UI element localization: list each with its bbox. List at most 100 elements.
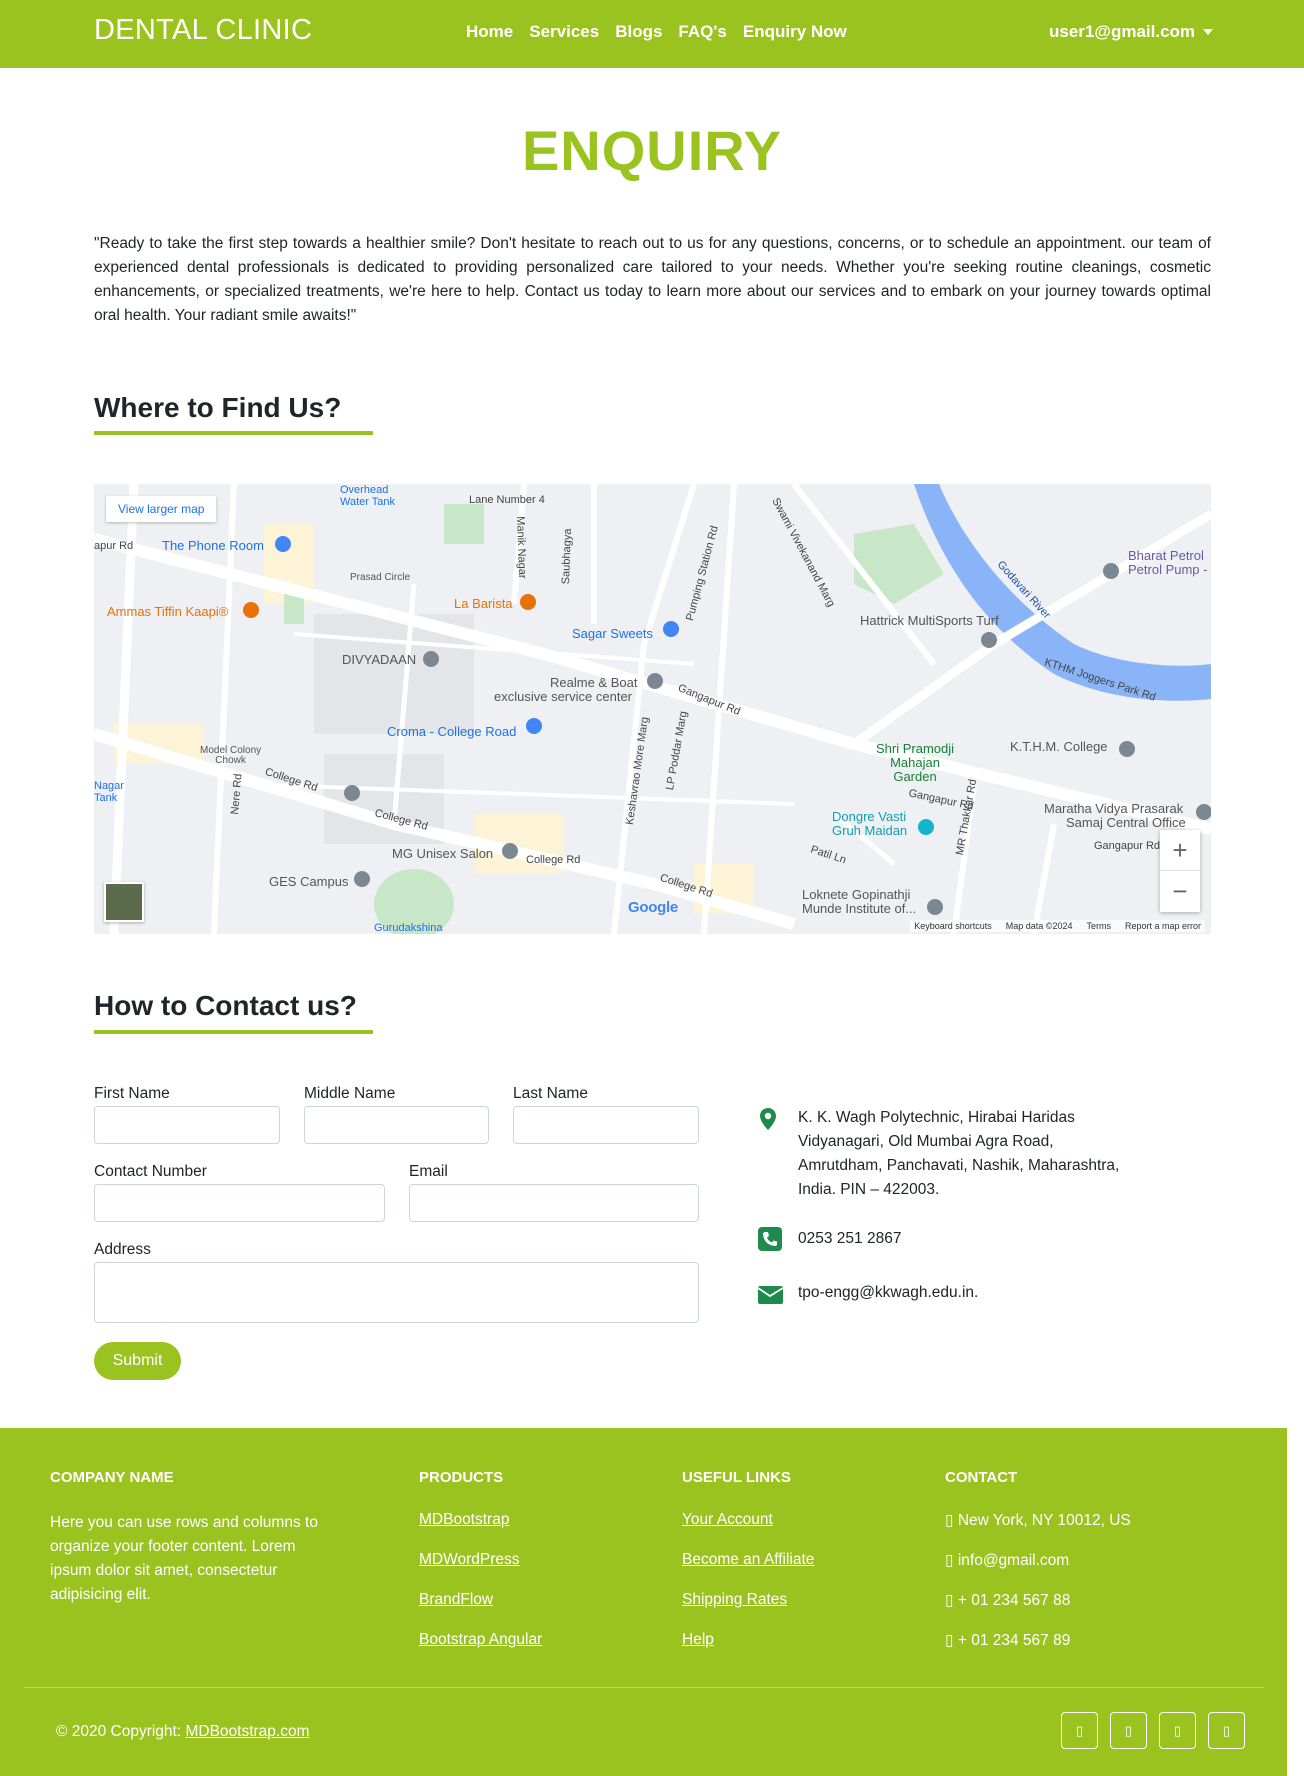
zoom-out-button[interactable]: − xyxy=(1160,871,1200,912)
page-title: ENQUIRY xyxy=(521,119,783,182)
last-name-label: Last Name xyxy=(513,1085,588,1102)
map-label-gangapur-3: Gangapur Rd xyxy=(1094,840,1161,852)
footer-link-help[interactable]: Help xyxy=(682,1631,714,1649)
footer-contact-phone-1: ▯ + 01 234 567 88 xyxy=(945,1592,1071,1609)
footer-company-title: COMPANY NAME xyxy=(50,1469,174,1486)
map-section-underline xyxy=(94,431,373,435)
footer-link-shipping[interactable]: Shipping Rates xyxy=(682,1591,787,1609)
map-label-realme-sub: exclusive service center xyxy=(494,689,632,704)
social-facebook-icon[interactable]: ▯ xyxy=(1061,1712,1098,1749)
map-label-gurudakshina: Gurudakshina xyxy=(374,922,443,934)
user-email: user1@gmail.com xyxy=(1049,22,1196,41)
zoom-controls: + − xyxy=(1160,830,1200,912)
map-label-croma: Croma - College Road xyxy=(387,724,517,739)
first-name-label: First Name xyxy=(94,1085,170,1102)
brand-logo[interactable]: DENTAL CLINIC xyxy=(94,14,312,47)
email-label: Email xyxy=(409,1163,448,1180)
contact-number-input[interactable] xyxy=(94,1184,385,1222)
map-data: Map data ©2024 xyxy=(1005,921,1073,931)
address-label: Address xyxy=(94,1241,151,1258)
footer-contact-title: CONTACT xyxy=(945,1469,1018,1486)
email-input[interactable] xyxy=(409,1184,699,1222)
first-name-input[interactable] xyxy=(94,1106,280,1144)
navbar: DENTAL CLINIC Home Services Blogs FAQ's … xyxy=(0,0,1304,68)
map-report-error[interactable]: Report a map error xyxy=(1125,921,1201,931)
map-keyboard-shortcuts[interactable]: Keyboard shortcuts xyxy=(914,921,992,931)
nav-blogs[interactable]: Blogs xyxy=(615,22,662,42)
map-label-college-rd-3: College Rd xyxy=(526,854,581,866)
footer: COMPANY NAME Here you can use rows and c… xyxy=(0,1428,1287,1776)
nav-links: Home Services Blogs FAQ's Enquiry Now xyxy=(466,22,847,42)
map-label-apur-rd: apur Rd xyxy=(94,540,134,552)
footer-link-mdwordpress[interactable]: MDWordPress xyxy=(419,1551,519,1569)
map-label-bharat-sub: Petrol Pump - xyxy=(1128,562,1208,577)
footer-link-your-account[interactable]: Your Account xyxy=(682,1511,773,1529)
social-instagram-icon[interactable]: ▯ xyxy=(1208,1712,1245,1749)
phone-text: 0253 251 2867 xyxy=(798,1230,902,1247)
map-label-manik-nagar: Manik Nagar xyxy=(514,516,529,579)
map-label-model-colony: Model Colony Chowk xyxy=(200,745,262,766)
map-label-kthm: K.T.H.M. College xyxy=(1010,739,1108,754)
social-google-icon[interactable]: ▯ xyxy=(1159,1712,1196,1749)
map-label-maratha: Maratha Vidya Prasarak xyxy=(1044,801,1184,816)
zoom-in-button[interactable]: + xyxy=(1160,830,1200,871)
submit-button[interactable]: Submit xyxy=(94,1342,181,1380)
map-label-prasad: Prasad Circle xyxy=(350,572,411,583)
map-label-hattrick: Hattrick MultiSports Turf xyxy=(860,613,999,628)
caret-down-icon xyxy=(1203,29,1214,35)
map-label-dongre: Dongre Vasti Gruh Maidan xyxy=(832,809,908,838)
phone-icon xyxy=(758,1227,782,1251)
nav-faqs[interactable]: FAQ's xyxy=(678,22,726,42)
view-larger-map-link[interactable]: View larger map xyxy=(106,496,217,522)
contact-section-underline xyxy=(94,1030,373,1034)
google-logo: Google xyxy=(628,899,678,916)
footer-link-brandflow[interactable]: BrandFlow xyxy=(419,1591,493,1609)
footer-link-mdbootstrap[interactable]: MDBootstrap xyxy=(419,1511,509,1529)
footer-link-bootstrap-angular[interactable]: Bootstrap Angular xyxy=(419,1631,542,1649)
map-label-phone-room: The Phone Room xyxy=(162,538,264,553)
map-label-nagar-tank: Nagar Tank xyxy=(94,780,124,804)
intro-paragraph: "Ready to take the first step towards a … xyxy=(94,235,1211,324)
map-label-mg-unisex: MG Unisex Salon xyxy=(392,846,494,861)
contact-number-label: Contact Number xyxy=(94,1163,207,1180)
copyright: © 2020 Copyright: MDBootstrap.com xyxy=(56,1723,310,1740)
map-section-title: Where to Find Us? xyxy=(94,392,342,423)
contact-section-title: How to Contact us? xyxy=(94,990,357,1021)
footer-useful-title: USEFUL LINKS xyxy=(682,1469,791,1486)
address-textarea[interactable] xyxy=(94,1262,699,1323)
nav-enquiry[interactable]: Enquiry Now xyxy=(743,22,847,42)
middle-name-input[interactable] xyxy=(304,1106,489,1144)
footer-contact-email: ▯ info@gmail.com xyxy=(945,1552,1070,1569)
nav-services[interactable]: Services xyxy=(529,22,599,42)
map-label-la-barista: La Barista xyxy=(454,596,513,611)
email-text: tpo-engg@kkwagh.edu.in. xyxy=(798,1284,979,1301)
last-name-input[interactable] xyxy=(513,1106,699,1144)
middle-name-label: Middle Name xyxy=(304,1085,396,1102)
map-marker-icon xyxy=(760,1108,776,1130)
map-label-overhead: Overhead Water Tank xyxy=(340,484,396,508)
footer-link-affiliate[interactable]: Become an Affiliate xyxy=(682,1551,814,1569)
footer-contact-phone-2: ▯ + 01 234 567 89 xyxy=(945,1632,1071,1649)
footer-divider xyxy=(24,1687,1264,1688)
embedded-map[interactable]: Overhead Water Tank Lane Number 4 The Ph… xyxy=(94,484,1211,934)
address-text: K. K. Wagh Polytechnic, Hirabai Haridas … xyxy=(798,1109,1120,1198)
map-label-loknete: Loknete Gopinathji Munde Institute of... xyxy=(802,887,917,916)
satellite-toggle[interactable] xyxy=(104,882,144,922)
footer-contact-address: ▯ New York, NY 10012, US xyxy=(945,1512,1131,1529)
map-label-sagar: Sagar Sweets xyxy=(572,626,653,641)
nav-home[interactable]: Home xyxy=(466,22,513,42)
map-terms[interactable]: Terms xyxy=(1086,921,1111,931)
map-label-shri-pramodji: Shri Pramodji Mahajan Garden xyxy=(876,741,955,784)
map-label-realme: Realme & Boat xyxy=(550,675,638,690)
user-dropdown[interactable]: user1@gmail.com xyxy=(1049,22,1214,42)
map-label-ges: GES Campus xyxy=(269,874,349,889)
map-label-saubhagya: Saubhagya xyxy=(560,528,574,585)
map-label-maratha-sub: Samaj Central Office xyxy=(1066,815,1186,830)
map-label-divyadaan: DIVYADAAN xyxy=(342,652,417,667)
social-twitter-icon[interactable]: ▯ xyxy=(1110,1712,1147,1749)
map-label-bharat: Bharat Petrol xyxy=(1128,548,1204,563)
copyright-link[interactable]: MDBootstrap.com xyxy=(185,1723,309,1740)
footer-products-title: PRODUCTS xyxy=(419,1469,504,1486)
map-label-lane: Lane Number 4 xyxy=(469,494,545,506)
envelope-icon xyxy=(757,1286,783,1304)
